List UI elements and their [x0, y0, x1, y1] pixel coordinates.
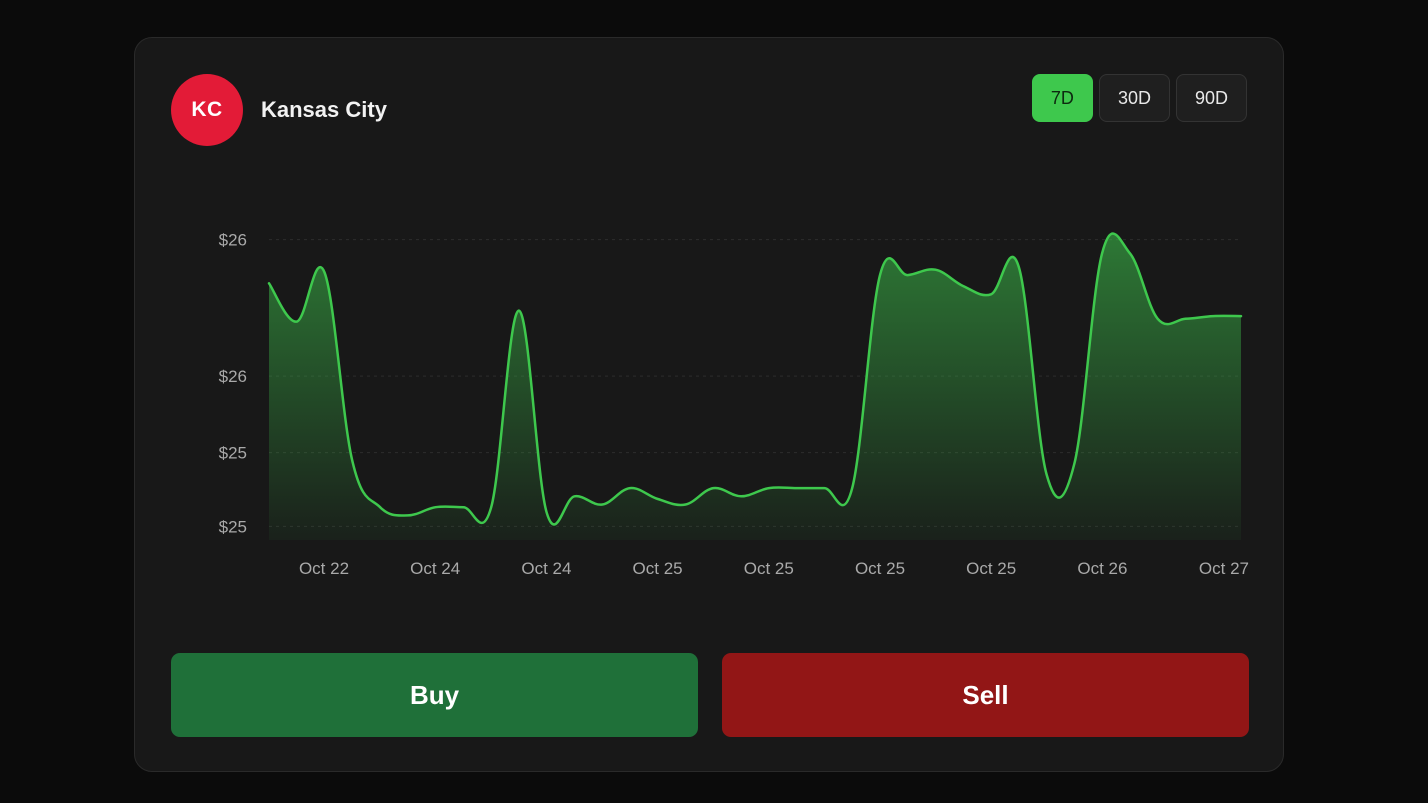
- x-tick-label: Oct 24: [521, 559, 571, 578]
- y-axis: $26 $26 $25 $25: [219, 231, 247, 537]
- x-tick-label: Oct 25: [744, 559, 794, 578]
- y-tick-label: $26: [219, 367, 247, 386]
- price-chart: $26$26$25$25 Oct 22 Oct 24 Oct 24 Oct 25 Oct…: [219, 231, 1249, 578]
- stock-card: KC Kansas City 7D 30D 90D $26 $26 $25 $25 O…: [134, 37, 1284, 772]
- x-tick-label: Oct 25: [966, 559, 1016, 578]
- x-axis: Oct 22 Oct 24 Oct 24 Oct 25 Oct 25 Oct 25 Oct …: [299, 559, 1249, 578]
- x-tick-label: Oct 26: [1077, 559, 1127, 578]
- x-tick-label: Oct 22: [299, 559, 349, 578]
- y-tick-label: $25: [219, 517, 247, 536]
- x-tick-label: Oct 25: [855, 559, 905, 578]
- x-tick-label: Oct 25: [633, 559, 683, 578]
- x-tick-label: Oct 27: [1199, 559, 1249, 578]
- buy-button[interactable]: Buy: [171, 653, 698, 737]
- y-tick-label: $25: [219, 444, 247, 463]
- x-tick-label: Oct 24: [410, 559, 460, 578]
- sell-button[interactable]: Sell: [722, 653, 1249, 737]
- y-tick-label: $26: [219, 231, 247, 250]
